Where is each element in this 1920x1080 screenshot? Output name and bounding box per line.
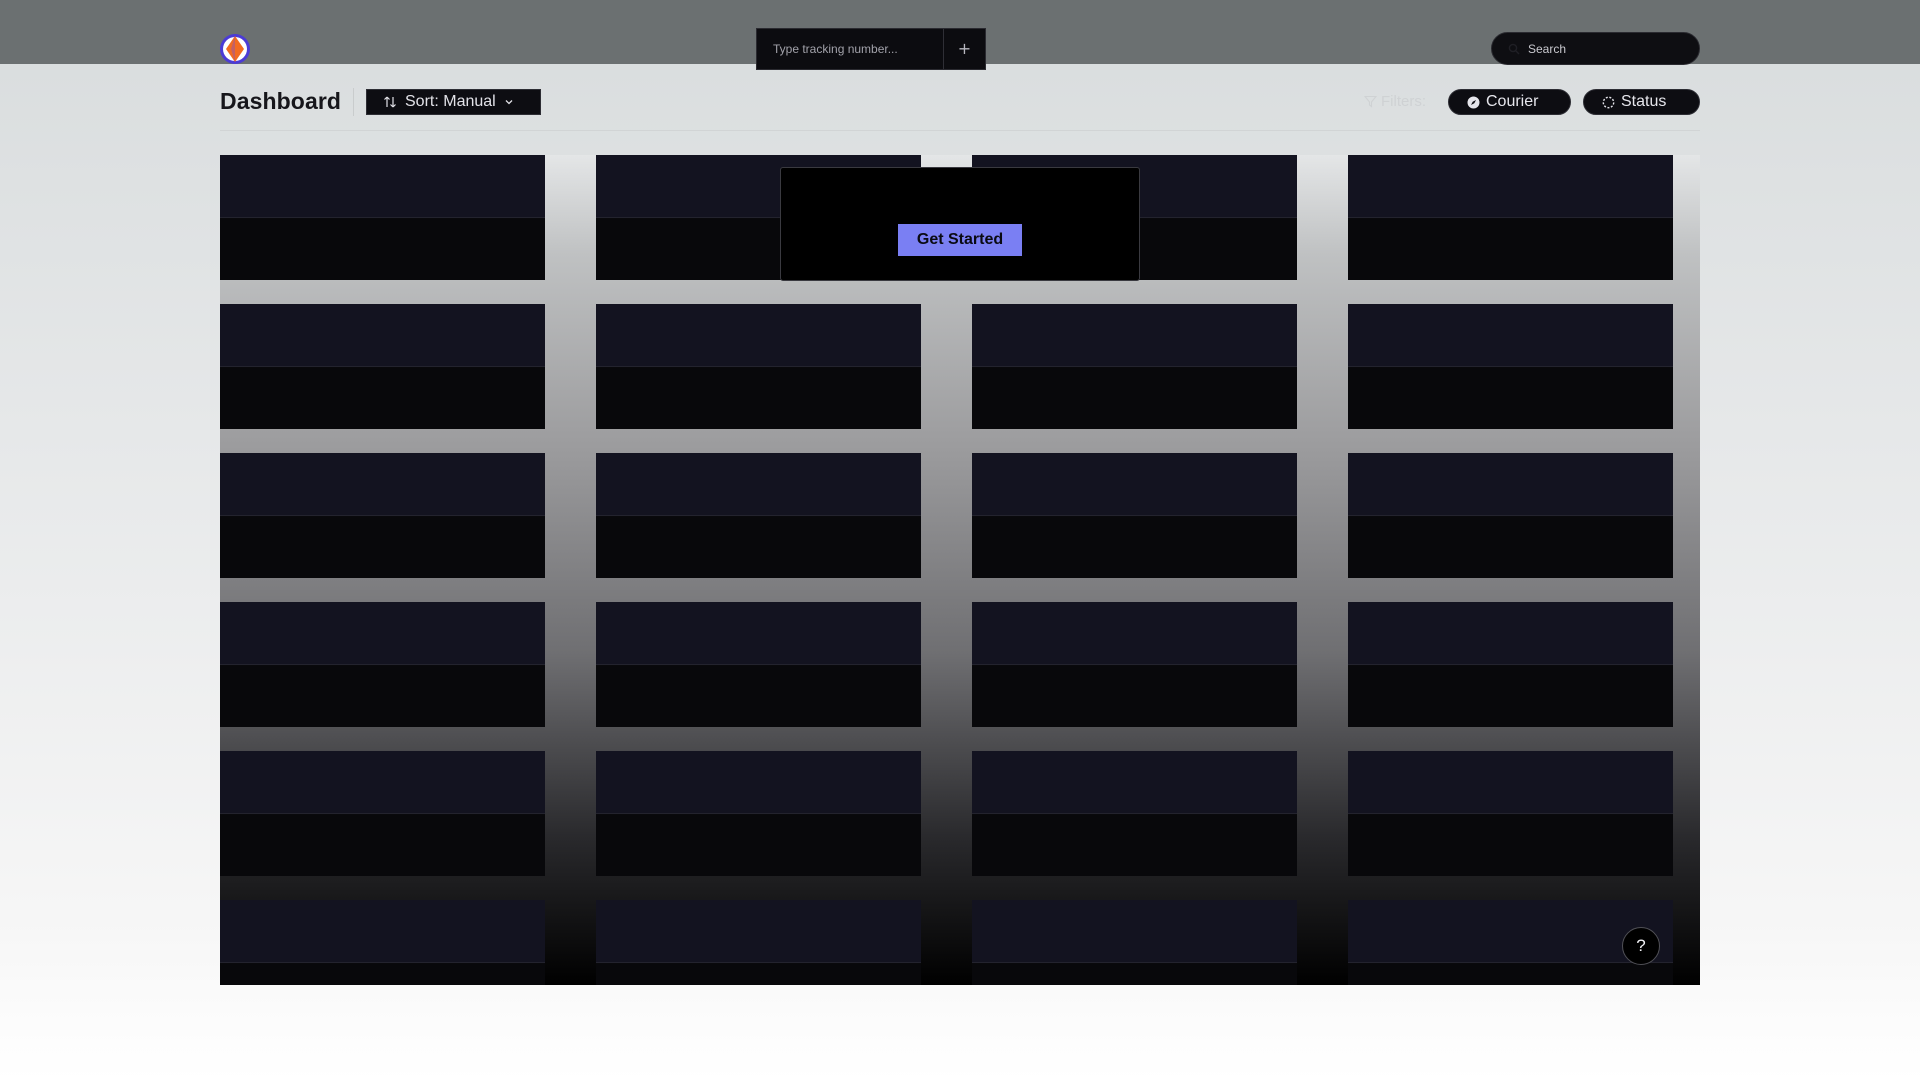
get-started-button[interactable]: Get Started [898,224,1022,256]
card-body [972,964,1297,985]
search-icon [1508,43,1520,54]
toolbar-divider [353,88,354,116]
card-body [972,368,1297,429]
shipment-card[interactable] [596,304,921,429]
shipment-card[interactable] [972,900,1297,985]
loading-icon [1602,96,1615,108]
card-header [596,751,921,814]
card-header [972,453,1297,516]
add-tracking-button[interactable]: + [943,29,985,69]
card-body [220,368,545,429]
card-body [1348,666,1673,727]
card-body [220,815,545,876]
shipment-card[interactable] [1348,751,1673,876]
help-button[interactable]: ? [1622,927,1660,965]
card-header [596,304,921,367]
shipment-card[interactable] [596,453,921,578]
shipment-card[interactable] [596,602,921,727]
card-body [220,964,545,985]
card-header [1348,602,1673,665]
card-header [972,900,1297,963]
card-header [972,304,1297,367]
card-body [972,666,1297,727]
search-input[interactable] [1528,41,1699,56]
card-header [220,304,545,367]
sort-button[interactable]: Sort: Manual [366,89,541,115]
toolbar-separator [220,130,1700,131]
shipment-card[interactable] [972,751,1297,876]
card-header [220,602,545,665]
card-body [596,964,921,985]
card-body [220,517,545,578]
shipment-card[interactable] [596,900,921,985]
tracking-bar: + [756,28,986,70]
chevron-down-icon [505,100,513,105]
shipment-card[interactable] [1348,304,1673,429]
shipment-card[interactable] [220,304,545,429]
card-body [220,666,545,727]
shipment-card[interactable] [972,304,1297,429]
filter-icon [1364,95,1377,108]
page-title: Dashboard [220,88,342,114]
filters-text: Filters: [1381,93,1426,110]
compass-icon [1467,96,1480,108]
card-header [220,155,545,218]
shipment-card[interactable] [220,155,545,280]
card-header [220,900,545,963]
filters-label: Filters: [1364,93,1426,110]
card-header [1348,751,1673,814]
sort-arrows-icon [384,96,396,108]
card-body [972,815,1297,876]
card-body [1348,815,1673,876]
card-header [1348,453,1673,516]
card-body [1348,219,1673,280]
card-header [220,751,545,814]
sort-label: Sort: Manual [405,93,496,110]
shipment-card[interactable] [220,453,545,578]
card-body [220,219,545,280]
card-header [1348,304,1673,367]
shipment-card[interactable] [220,751,545,876]
tracking-number-input[interactable] [757,29,943,69]
card-header [1348,155,1673,218]
card-header [596,900,921,963]
shipment-card[interactable] [972,453,1297,578]
onboarding-popover: Get Started [780,167,1140,281]
card-header [220,453,545,516]
card-body [1348,517,1673,578]
search-box [1491,32,1700,65]
logo-icon[interactable] [219,33,251,65]
card-header [596,453,921,516]
shipment-card[interactable] [1348,453,1673,578]
shipment-card[interactable] [220,900,545,985]
shipment-card[interactable] [220,602,545,727]
shipment-card[interactable] [1348,155,1673,280]
shipment-card[interactable] [1348,602,1673,727]
filter-chip-label: Status [1621,93,1667,110]
card-header [972,602,1297,665]
card-body [596,368,921,429]
card-body [1348,964,1673,985]
card-body [596,666,921,727]
top-bar: + [0,0,1920,70]
card-body [972,517,1297,578]
card-header [596,602,921,665]
card-body [596,815,921,876]
card-header [972,751,1297,814]
filter-chip-courier[interactable]: Courier [1448,89,1571,115]
shipment-card[interactable] [596,751,921,876]
filter-chip-status[interactable]: Status [1583,89,1700,115]
filter-chip-label: Courier [1486,93,1539,110]
card-body [1348,368,1673,429]
shipment-card[interactable] [972,602,1297,727]
card-body [596,517,921,578]
